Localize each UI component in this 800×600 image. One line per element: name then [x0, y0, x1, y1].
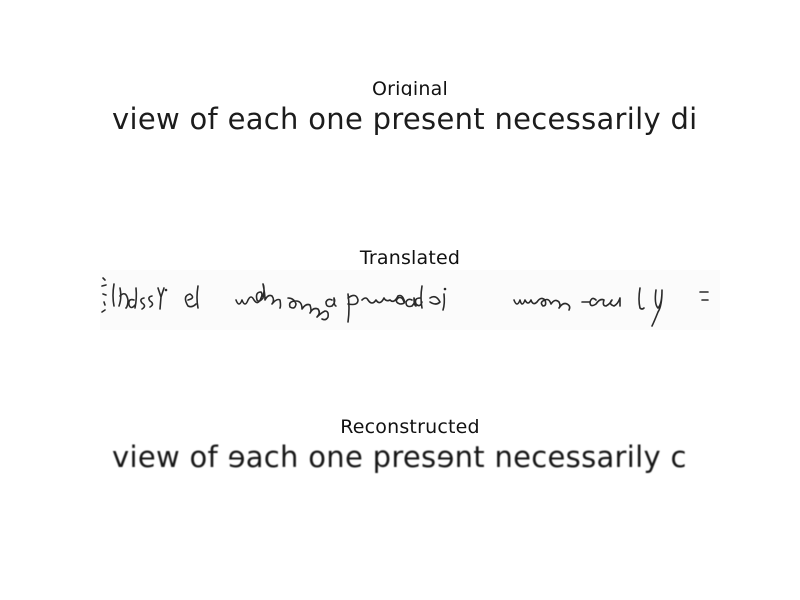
- handwritten-text-image: [101, 277, 709, 327]
- reconstructed-text: view of ɘach one presɘnt necessarily c: [112, 440, 687, 474]
- original-text: view of each one present necessarily di: [112, 102, 698, 136]
- reconstructed-panel: view of ɘach one presɘnt necessarily c: [100, 434, 720, 494]
- translated-title: Translated: [359, 247, 461, 269]
- original-panel: view of each one present necessarily di: [100, 96, 720, 156]
- translated-panel: [100, 270, 720, 330]
- figure: Original view of each one present necess…: [0, 0, 800, 600]
